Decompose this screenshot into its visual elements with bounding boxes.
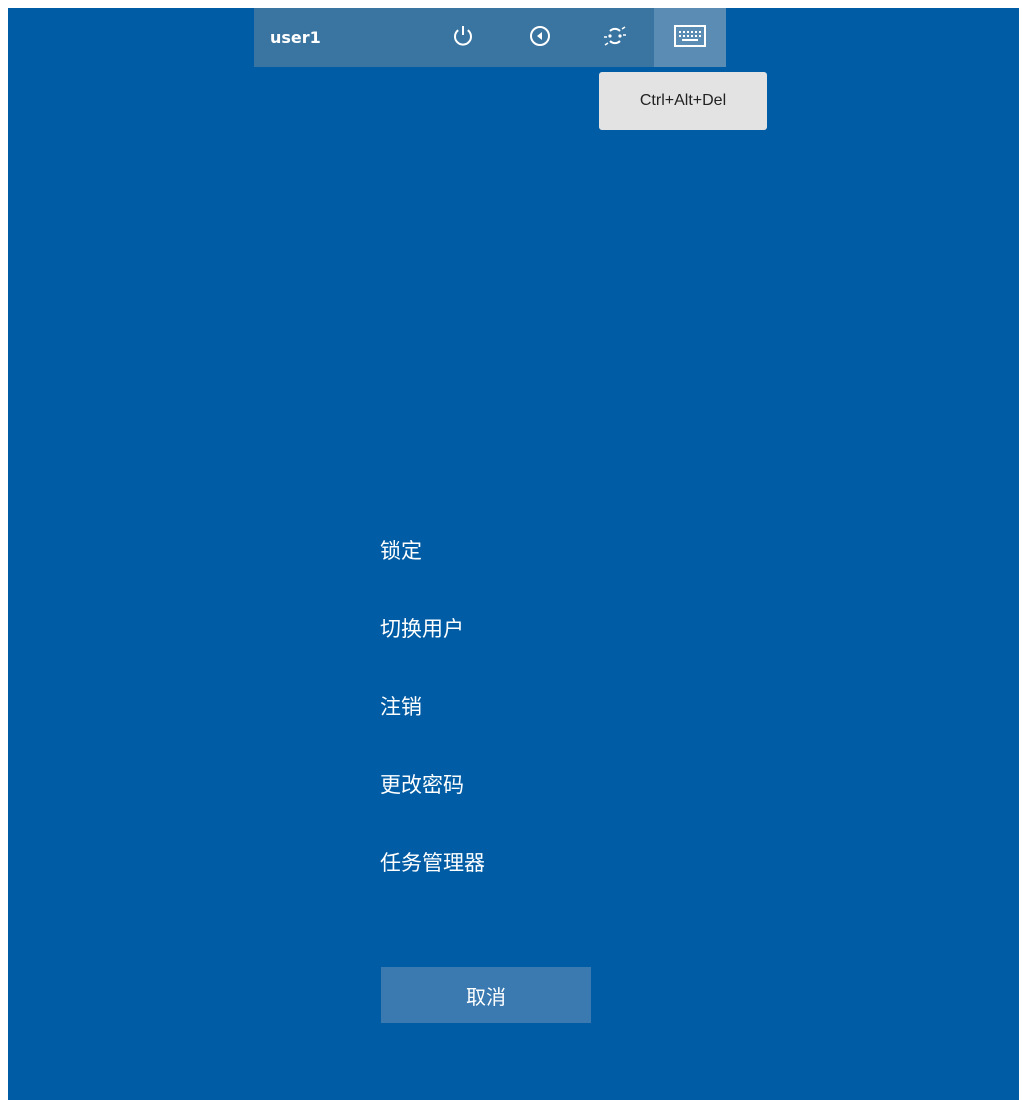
keyboard-icon xyxy=(674,24,706,51)
switch-user-option[interactable]: 切换用户 xyxy=(380,614,464,644)
keyboard-tooltip: Ctrl+Alt+Del xyxy=(599,72,767,130)
cancel-button[interactable]: 取消 xyxy=(381,967,591,1023)
ease-of-access-button[interactable] xyxy=(517,8,563,67)
lock-option[interactable]: 锁定 xyxy=(380,536,422,566)
username-label: user1 xyxy=(270,28,321,47)
network-icon xyxy=(602,23,628,53)
power-button[interactable] xyxy=(440,8,486,67)
sign-out-option[interactable]: 注销 xyxy=(380,692,422,722)
security-screen: user1 Ctrl+Alt+Del 锁定 切换用户 注销 更改密码 任务管理器… xyxy=(8,8,1019,1100)
change-password-option[interactable]: 更改密码 xyxy=(380,770,464,800)
tooltip-text: Ctrl+Alt+Del xyxy=(639,92,727,109)
on-screen-keyboard-button[interactable] xyxy=(654,8,726,67)
power-icon xyxy=(451,24,475,52)
task-manager-option[interactable]: 任务管理器 xyxy=(380,848,485,878)
ease-of-access-icon xyxy=(528,24,552,52)
top-toolbar: user1 xyxy=(254,8,726,67)
network-button[interactable] xyxy=(592,8,638,67)
